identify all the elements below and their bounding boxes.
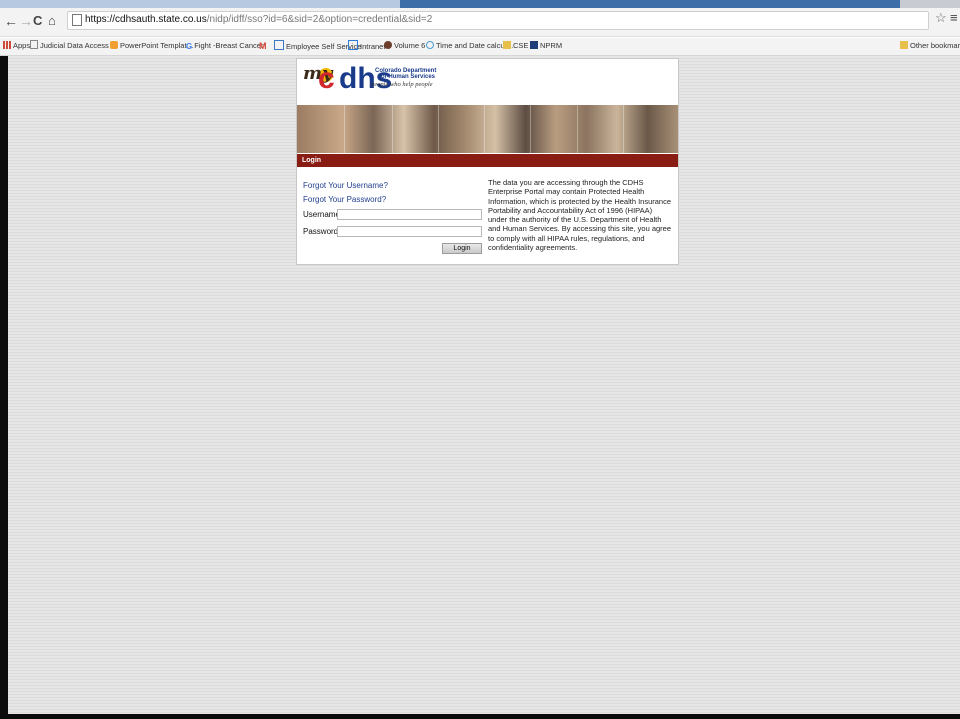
bookmark-apps[interactable]: Apps	[3, 40, 30, 52]
login-header-title: Login	[302, 157, 322, 164]
password-label: Password:	[303, 227, 341, 236]
cdhs-logo: my c dhs Colorado Department of Human Se…	[297, 59, 678, 105]
forward-icon[interactable]: →	[19, 13, 33, 29]
window-title-strip	[0, 0, 960, 8]
page-icon	[72, 14, 82, 26]
reload-icon[interactable]: C	[33, 13, 42, 29]
logo-c: c	[318, 62, 335, 95]
folder-icon	[900, 41, 908, 49]
tab-strip	[0, 0, 400, 8]
tagline: people who help people	[371, 81, 433, 88]
folder-icon	[503, 41, 511, 49]
url-host: https://cdhsauth.state.co.us	[85, 14, 207, 25]
bookmark-label: Fight -Breast Cancer-	[194, 41, 266, 50]
bookmark-other-bookmarks[interactable]: Other bookmarks	[900, 40, 960, 52]
ess-icon	[274, 40, 284, 50]
bookmark-judicial-data-access[interactable]: Judicial Data Access	[30, 40, 109, 52]
home-icon[interactable]: ⌂	[48, 13, 56, 29]
hipaa-disclaimer: The data you are accessing through the C…	[488, 178, 672, 253]
password-input[interactable]	[337, 226, 482, 237]
login-button[interactable]: Login	[442, 243, 482, 254]
back-icon[interactable]: ←	[4, 13, 18, 29]
gmail-icon: M	[259, 41, 267, 51]
volume-icon	[384, 41, 392, 49]
bookmark-label: NPRM	[540, 41, 563, 50]
bookmark-intranet[interactable]: Intranet	[348, 40, 385, 53]
bookmark-label: Intranet	[360, 42, 386, 51]
login-panel: my c dhs Colorado Department of Human Se…	[296, 58, 679, 265]
login-header-bar: Login	[297, 154, 678, 167]
bookmark-label: Apps	[13, 41, 31, 50]
bookmark-label: Volume 6	[394, 41, 426, 50]
bookmark-cse[interactable]: CSE	[503, 40, 528, 52]
nprm-icon	[530, 41, 538, 49]
window-controls[interactable]	[900, 0, 960, 8]
bookmark-fight-breast-cancer[interactable]: G Fight -Breast Cancer-	[186, 40, 266, 53]
clock-icon	[426, 41, 434, 49]
screen-edge-left	[0, 56, 8, 719]
intranet-icon	[348, 40, 358, 50]
forgot-password-link[interactable]: Forgot Your Password?	[303, 195, 386, 205]
url-text[interactable]: https://cdhsauth.state.co.us/nidp/idff/s…	[85, 13, 432, 27]
apps-grid-icon	[3, 41, 11, 49]
bookmark-label: Other bookmarks	[910, 41, 960, 50]
bookmark-label: Judicial Data Access	[40, 41, 109, 50]
screen-edge-bottom	[8, 714, 960, 719]
bookmark-nprm[interactable]: NPRM	[530, 40, 562, 52]
people-photo-banner	[297, 105, 678, 153]
dept-name-line2: of Human Services	[381, 74, 436, 80]
bookmark-gmail[interactable]: M	[259, 40, 269, 52]
google-icon: G	[186, 42, 193, 51]
bookmark-volume-6[interactable]: Volume 6	[384, 40, 425, 52]
forgot-username-link[interactable]: Forgot Your Username?	[303, 181, 388, 191]
url-path: /nidp/idff/sso?id=6&sid=2&option=credent…	[206, 14, 433, 25]
username-input[interactable]	[337, 209, 482, 220]
address-bar[interactable]: https://cdhsauth.state.co.us/nidp/idff/s…	[67, 11, 929, 30]
bookmark-label: PowerPoint Templat…	[120, 41, 195, 50]
page-icon	[30, 40, 38, 49]
bookmarks-bar: Apps Judicial Data Access PowerPoint Tem…	[0, 38, 960, 56]
bookmark-powerpoint-templates[interactable]: PowerPoint Templat…	[110, 40, 194, 52]
bookmark-label: CSE	[513, 41, 529, 50]
bookmark-star-icon[interactable]: ☆	[935, 10, 947, 26]
ppt-icon	[110, 41, 118, 49]
bookmark-time-and-date-calculator[interactable]: Time and Date calcul…	[426, 40, 514, 52]
browser-menu-icon[interactable]: ≡	[950, 10, 958, 25]
